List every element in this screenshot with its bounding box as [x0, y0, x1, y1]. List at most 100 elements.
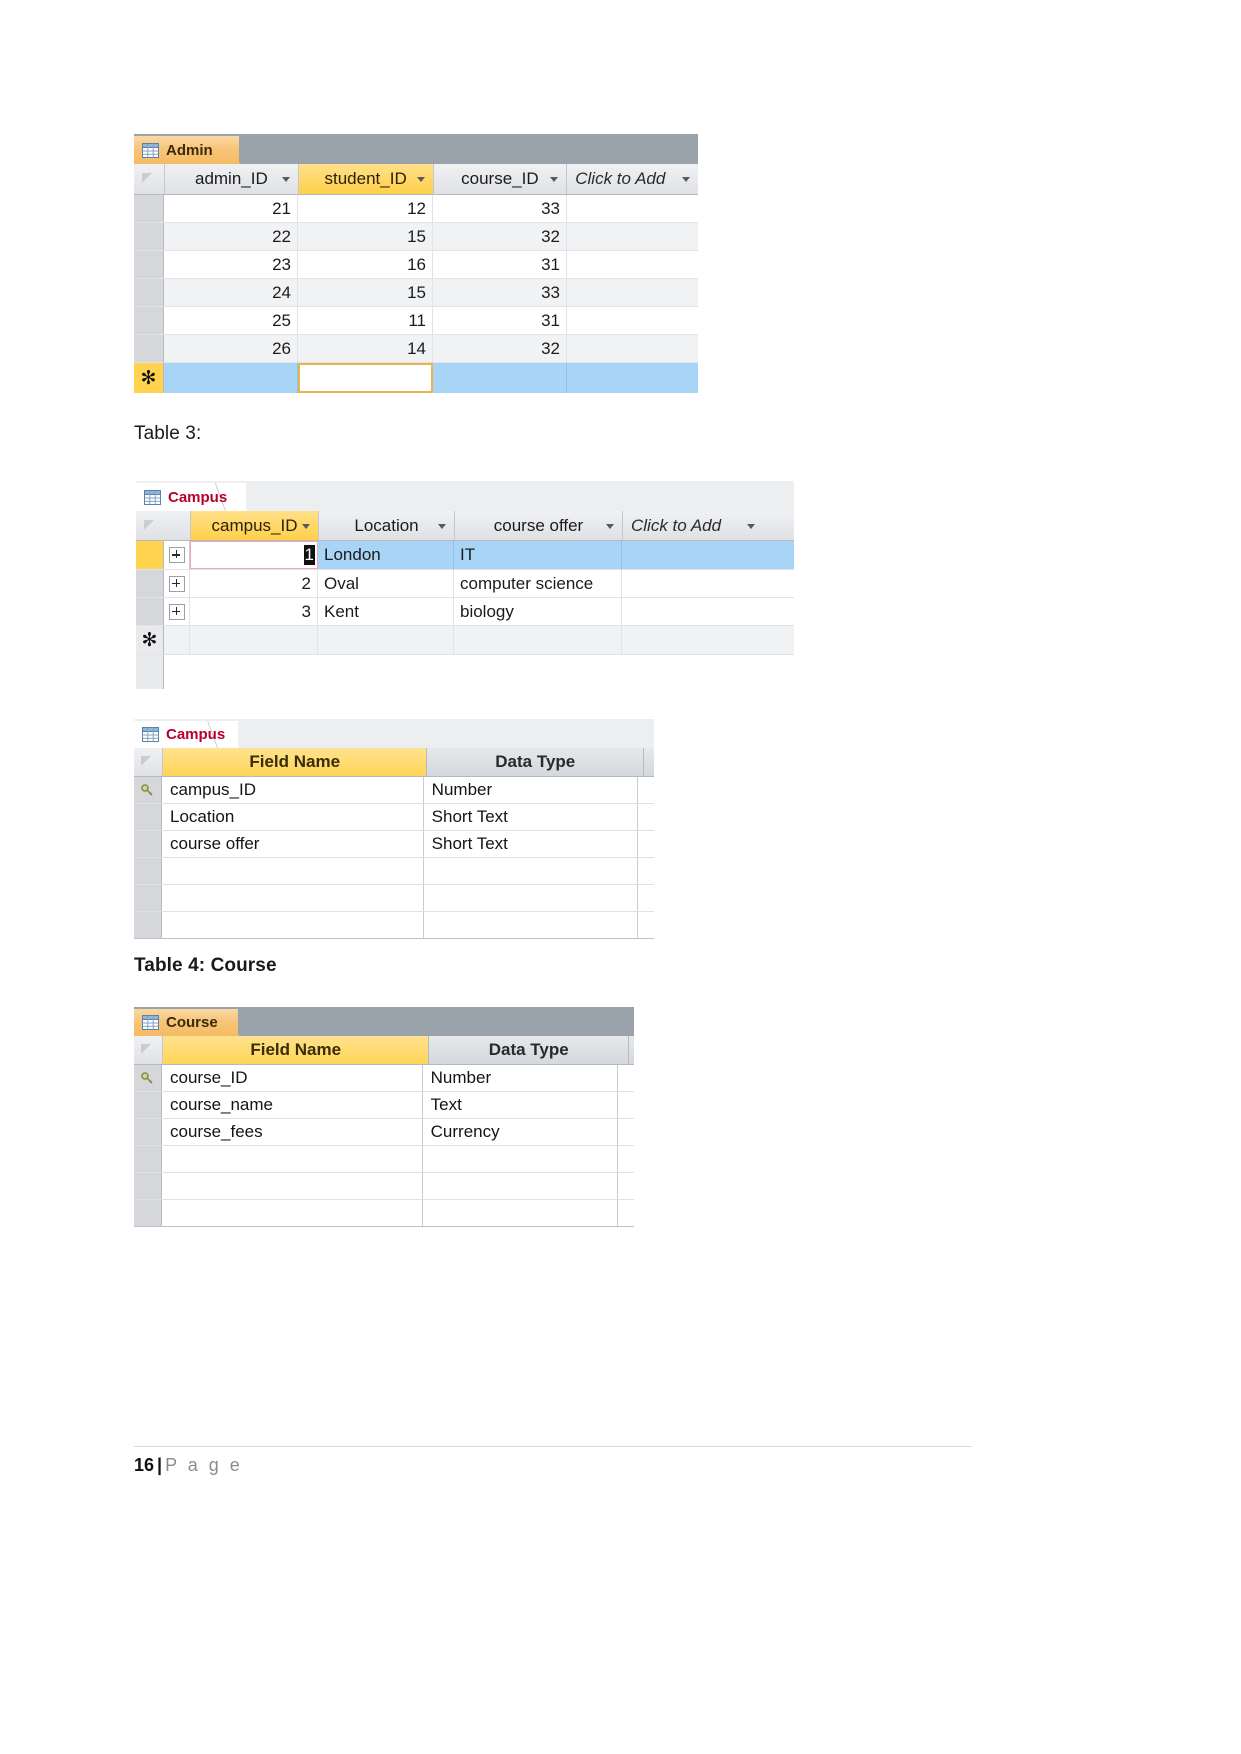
design-row[interactable]: [134, 858, 654, 885]
cell-description[interactable]: [618, 1200, 634, 1226]
column-header-data-type[interactable]: Data Type: [429, 1036, 630, 1064]
row-expander-cell[interactable]: [164, 541, 190, 569]
cell-campus-id[interactable]: 2: [190, 570, 318, 597]
cell-field-name[interactable]: Location: [162, 804, 424, 830]
column-header-click-to-add[interactable]: Click to Add: [623, 511, 763, 540]
select-all-corner[interactable]: [134, 1036, 163, 1064]
cell-field-name[interactable]: [162, 912, 424, 938]
cell-course-offer[interactable]: IT: [454, 541, 622, 569]
design-row[interactable]: course_fees Currency: [134, 1119, 634, 1146]
cell-location[interactable]: London: [318, 541, 454, 569]
row-selector[interactable]: [134, 831, 162, 857]
row-selector[interactable]: [136, 570, 164, 597]
table-row[interactable]: 25 11 31: [134, 307, 698, 335]
cell-field-name[interactable]: [162, 885, 424, 911]
row-selector[interactable]: [134, 1200, 162, 1226]
new-record-selector[interactable]: ✻: [134, 363, 164, 393]
cell-admin-id[interactable]: 21: [164, 195, 298, 222]
column-header-click-to-add[interactable]: Click to Add: [567, 164, 698, 194]
column-header-data-type[interactable]: Data Type: [427, 748, 645, 776]
cell-course-id[interactable]: 32: [433, 335, 567, 362]
chevron-down-icon[interactable]: [606, 523, 614, 529]
cell-data-type[interactable]: [423, 1200, 618, 1226]
column-header-campus-id[interactable]: campus_ID: [191, 511, 319, 540]
new-record-selector[interactable]: ✻: [136, 626, 164, 654]
cell-data-type[interactable]: [423, 1146, 618, 1172]
table-row[interactable]: 1 London IT: [136, 541, 794, 570]
cell-admin-id[interactable]: 23: [164, 251, 298, 278]
cell-description[interactable]: [618, 1119, 634, 1145]
table-row[interactable]: 2 Oval computer science: [136, 570, 794, 598]
new-cell-admin-id[interactable]: [164, 363, 298, 393]
row-selector[interactable]: [134, 885, 162, 911]
cell-data-type[interactable]: Currency: [423, 1119, 618, 1145]
cell-data-type[interactable]: Number: [424, 777, 638, 803]
column-header-location[interactable]: Location: [319, 511, 455, 540]
cell-course-id[interactable]: 33: [433, 195, 567, 222]
chevron-down-icon[interactable]: [747, 523, 755, 529]
cell-description[interactable]: [638, 858, 654, 884]
cell-field-name[interactable]: [162, 1146, 423, 1172]
table-row[interactable]: 24 15 33: [134, 279, 698, 307]
select-all-corner[interactable]: [134, 748, 163, 776]
cell-description[interactable]: [638, 912, 654, 938]
cell-course-id[interactable]: 31: [433, 251, 567, 278]
row-selector[interactable]: [134, 335, 164, 362]
cell-description[interactable]: [638, 831, 654, 857]
cell-campus-id[interactable]: 3: [190, 598, 318, 625]
cell-field-name[interactable]: [162, 1173, 423, 1199]
cell-student-id[interactable]: 11: [298, 307, 433, 334]
cell-data-type[interactable]: Number: [423, 1065, 618, 1091]
design-row[interactable]: course_ID Number: [134, 1065, 634, 1092]
row-selector[interactable]: [134, 1146, 162, 1172]
row-selector-primary-key[interactable]: [134, 1065, 162, 1091]
cell-data-type[interactable]: [424, 885, 638, 911]
new-record-row[interactable]: ✻: [134, 363, 698, 393]
cell-field-name[interactable]: course_fees: [162, 1119, 423, 1145]
row-selector[interactable]: [134, 223, 164, 250]
table-row[interactable]: 23 16 31: [134, 251, 698, 279]
row-selector[interactable]: [136, 598, 164, 625]
cell-admin-id[interactable]: 26: [164, 335, 298, 362]
design-row[interactable]: [134, 912, 654, 939]
row-selector[interactable]: [134, 279, 164, 306]
cell-admin-id[interactable]: 24: [164, 279, 298, 306]
row-selector[interactable]: [134, 804, 162, 830]
cell-description[interactable]: [638, 885, 654, 911]
cell-field-name[interactable]: course offer: [162, 831, 424, 857]
row-selector[interactable]: [134, 1173, 162, 1199]
new-cell-campus-id[interactable]: [190, 626, 318, 654]
column-header-field-name[interactable]: Field Name: [163, 1036, 430, 1064]
design-row[interactable]: Location Short Text: [134, 804, 654, 831]
column-header-admin-id[interactable]: admin_ID: [165, 164, 299, 194]
object-tab-campus-design[interactable]: Campus: [134, 721, 238, 748]
cell-field-name[interactable]: course_ID: [162, 1065, 423, 1091]
cell-campus-id-editing[interactable]: 1: [190, 541, 318, 569]
column-header-course-offer[interactable]: course offer: [455, 511, 623, 540]
cell-student-id[interactable]: 14: [298, 335, 433, 362]
cell-data-type[interactable]: Text: [423, 1092, 618, 1118]
cell-admin-id[interactable]: 22: [164, 223, 298, 250]
cell-student-id[interactable]: 15: [298, 223, 433, 250]
row-selector[interactable]: [134, 195, 164, 222]
row-selector[interactable]: [136, 541, 164, 569]
chevron-down-icon[interactable]: [438, 523, 446, 529]
row-selector[interactable]: [134, 912, 162, 938]
chevron-down-icon[interactable]: [416, 177, 425, 182]
cell-course-id[interactable]: 32: [433, 223, 567, 250]
cell-student-id[interactable]: 15: [298, 279, 433, 306]
column-header-description[interactable]: [644, 748, 655, 776]
expand-plus-icon[interactable]: [168, 575, 185, 592]
cell-description[interactable]: [618, 1065, 634, 1091]
table-row[interactable]: 21 12 33: [134, 195, 698, 223]
expand-plus-icon[interactable]: [168, 547, 185, 563]
object-tab-course[interactable]: Course: [134, 1009, 238, 1036]
design-row[interactable]: [134, 1146, 634, 1173]
cell-description[interactable]: [618, 1173, 634, 1199]
cell-data-type[interactable]: [423, 1173, 618, 1199]
table-row[interactable]: 22 15 32: [134, 223, 698, 251]
column-header-field-name[interactable]: Field Name: [163, 748, 428, 776]
cell-field-name[interactable]: [162, 1200, 423, 1226]
row-selector[interactable]: [134, 1092, 162, 1118]
chevron-down-icon[interactable]: [281, 177, 290, 182]
